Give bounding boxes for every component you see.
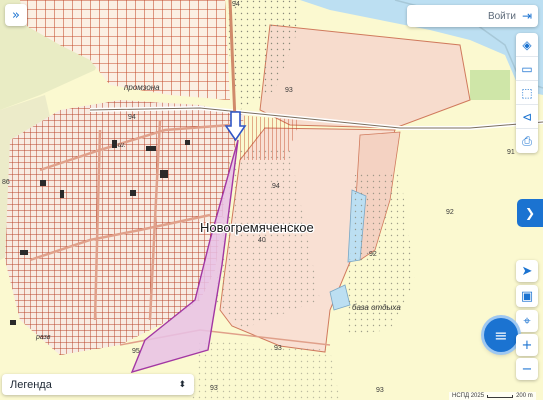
label-base: база отдыха xyxy=(352,303,401,312)
elevation-93-c: 93 xyxy=(376,387,384,394)
ruler-icon: ▭ xyxy=(521,61,533,76)
label-razv: разв xyxy=(35,334,51,341)
share-icon: ⊲ xyxy=(521,109,533,124)
elevation-91: 91 xyxy=(507,149,515,156)
share-button[interactable]: ⊲ xyxy=(516,105,538,129)
login-button[interactable]: Войти ⇥ xyxy=(407,5,538,27)
legend-label: Легенда xyxy=(10,378,52,391)
pin-button[interactable]: ⌖ xyxy=(516,310,538,332)
map-tools-group: ◈ ▭ ⬚ ⊲ ⎙ xyxy=(516,33,538,153)
copyright-text: НСПД 2025 xyxy=(452,393,485,399)
login-icon: ⇥ xyxy=(521,9,532,23)
elevation-92-a: 92 xyxy=(446,209,454,216)
elevation-93-b: 93 xyxy=(274,345,282,352)
road-number-40: 40 xyxy=(258,237,266,244)
map-footer: НСПД 2025 200 m xyxy=(449,392,536,400)
settlement-label: Новогремяченское xyxy=(200,220,314,235)
elevation-93-a: 93 xyxy=(285,87,293,94)
layers-button[interactable]: ◈ xyxy=(516,33,538,57)
zoom-in-button[interactable]: + xyxy=(516,334,538,356)
elevation-94-top: 94 xyxy=(232,1,240,8)
elevation-86: 86 xyxy=(2,179,10,186)
chevrons-right-icon: » xyxy=(12,7,20,23)
legend-dropdown[interactable]: Легенда ⬍ xyxy=(2,374,194,395)
select-area-icon: ⬚ xyxy=(521,85,533,100)
elevation-94-mid: 94 xyxy=(272,183,280,190)
elevation-92-b: 92 xyxy=(369,251,377,258)
location-arrow-icon: ➤ xyxy=(521,263,533,279)
menu-icon: ≡ xyxy=(494,325,508,345)
print-button[interactable]: ⎙ xyxy=(516,129,538,153)
cadastral-map[interactable]: Новогремяченское промзона база отдыха ш.… xyxy=(0,0,543,400)
elevation-95: 95 xyxy=(132,348,140,355)
elevation-94-small: 94 xyxy=(128,114,136,121)
elevation-93-d: 93 xyxy=(210,385,218,392)
green-strip-east xyxy=(470,70,510,100)
main-menu-button[interactable]: ≡ xyxy=(484,318,518,352)
label-school: ш. xyxy=(118,142,126,149)
zoom-out-button[interactable]: − xyxy=(516,358,538,380)
screenshot-icon: ▣ xyxy=(520,288,534,304)
pin-icon: ⌖ xyxy=(523,313,531,329)
panel-toggle-icon: ❯ xyxy=(524,206,536,220)
locate-button[interactable]: ➤ xyxy=(516,260,538,282)
select-area-button[interactable]: ⬚ xyxy=(516,81,538,105)
scale-label: 200 m xyxy=(516,393,533,399)
login-label: Войти xyxy=(487,10,516,22)
scale-bar xyxy=(487,394,514,398)
plus-icon: + xyxy=(521,337,533,353)
layers-icon: ◈ xyxy=(522,37,532,52)
side-panel-tab[interactable]: ❯ xyxy=(517,199,543,227)
screenshot-button[interactable]: ▣ xyxy=(516,285,538,307)
measure-button[interactable]: ▭ xyxy=(516,57,538,81)
label-promzona: промзона xyxy=(124,83,160,92)
minus-icon: − xyxy=(521,361,533,377)
print-icon: ⎙ xyxy=(522,133,532,148)
chevron-updown-icon: ⬍ xyxy=(178,379,186,390)
expand-panel-button[interactable]: » xyxy=(5,4,27,26)
